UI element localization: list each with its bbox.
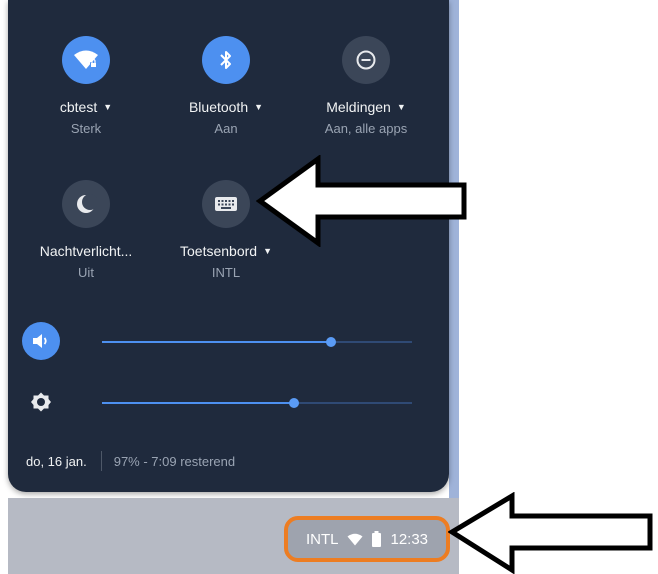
notifications-label[interactable]: Meldingen ▼: [296, 99, 436, 115]
bluetooth-toggle-button[interactable]: [202, 36, 250, 84]
bluetooth-status: Aan: [214, 121, 238, 136]
volume-icon: [33, 334, 47, 348]
annotation-arrow-status: [448, 492, 653, 574]
clock-time: 12:33: [390, 530, 429, 548]
notifications-toggle-button[interactable]: [342, 36, 390, 84]
night-light-status: Uit: [78, 265, 94, 280]
battery-icon: [372, 531, 382, 547]
mute-button[interactable]: [22, 322, 60, 360]
bluetooth-icon: [220, 51, 231, 69]
night-light-icon: [77, 194, 97, 213]
footer-divider: [100, 451, 102, 471]
brightness-slider-fill: [102, 402, 295, 404]
battery-status: 97% - 7:09 resterend: [113, 453, 236, 469]
wifi-toggle-button[interactable]: [62, 36, 110, 84]
tile-bluetooth[interactable]: Bluetooth ▼ Aan: [156, 36, 296, 136]
night-light-toggle-button[interactable]: [62, 180, 110, 228]
brightness-slider-thumb[interactable]: [289, 398, 300, 408]
keyboard-icon: [215, 197, 237, 211]
brightness-button: [22, 383, 60, 421]
brightness-slider[interactable]: [102, 398, 412, 408]
tile-wifi[interactable]: cbtest ▼ Sterk: [16, 36, 156, 136]
keyboard-layout: INTL: [211, 265, 241, 280]
caret-down-icon: ▼: [254, 102, 264, 112]
ime-indicator: INTL: [305, 530, 339, 548]
keyboard-name: Toetsenbord: [180, 243, 258, 259]
notifications-status: Aan, alle apps: [324, 121, 408, 136]
volume-slider-row: [22, 322, 422, 362]
quick-settings-footer: do, 16 jan. 97% - 7:09 resterend: [26, 451, 235, 471]
caret-down-icon: ▼: [396, 102, 406, 112]
volume-slider-fill: [102, 341, 332, 343]
desktop-screen: cbtest ▼ Sterk Bluetooth ▼ Aan Meldingen…: [0, 0, 658, 574]
volume-slider[interactable]: [102, 337, 412, 347]
tile-notifications[interactable]: Meldingen ▼ Aan, alle apps: [296, 36, 436, 136]
wifi-icon: [347, 533, 363, 545]
volume-slider-thumb[interactable]: [326, 337, 337, 347]
date-label: do, 16 jan.: [26, 453, 87, 469]
wifi-network-label[interactable]: cbtest ▼: [16, 99, 156, 115]
night-light-name: Nachtverlicht...: [39, 243, 133, 259]
wifi-icon: [74, 50, 98, 69]
bluetooth-name: Bluetooth: [188, 99, 249, 115]
caret-down-icon: ▼: [263, 246, 272, 256]
tile-night-light[interactable]: Nachtverlicht... Uit: [16, 180, 156, 280]
brightness-slider-row: [22, 383, 422, 423]
status-area[interactable]: INTL 12:33: [284, 516, 450, 562]
keyboard-toggle-button[interactable]: [202, 180, 250, 228]
caret-down-icon: ▼: [103, 102, 113, 112]
bluetooth-label[interactable]: Bluetooth ▼: [156, 99, 296, 115]
desktop-background: [0, 0, 8, 574]
do-not-disturb-icon: [356, 50, 376, 70]
annotation-arrow-keyboard: [256, 155, 467, 247]
wifi-signal-status: Sterk: [70, 121, 102, 136]
night-light-label[interactable]: Nachtverlicht...: [16, 243, 156, 259]
wifi-network-name: cbtest: [59, 99, 98, 115]
desktop-wallpaper-strip: [449, 0, 459, 500]
brightness-icon: [31, 392, 51, 412]
notifications-name: Meldingen: [326, 99, 391, 115]
